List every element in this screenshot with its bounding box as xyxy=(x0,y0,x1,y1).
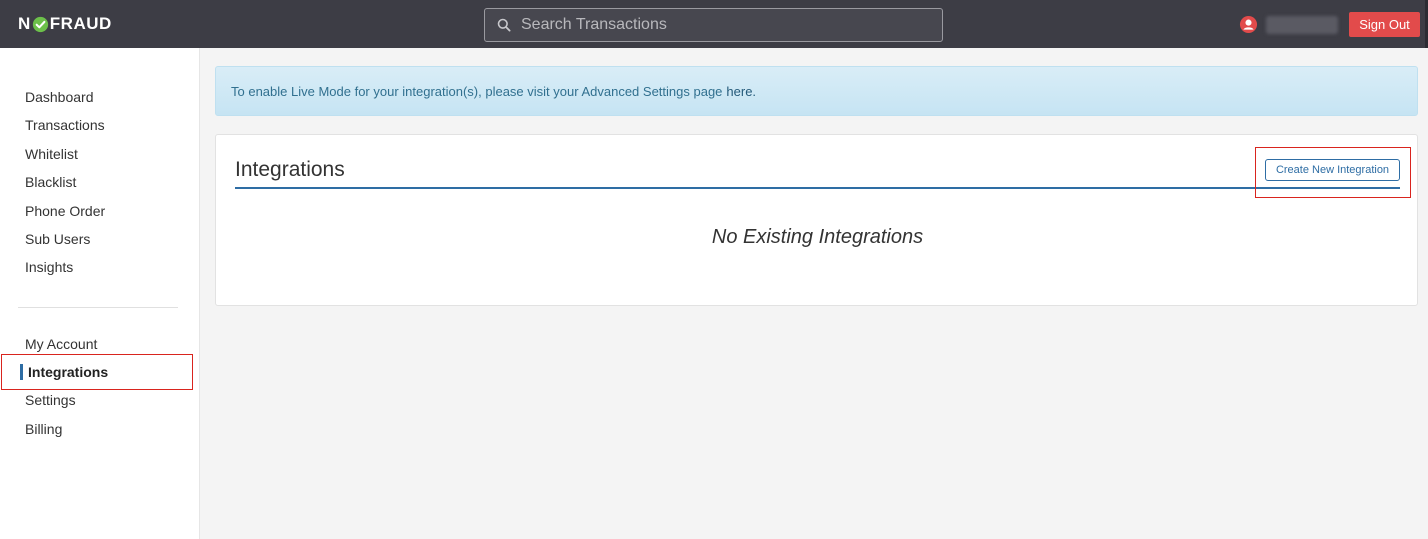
sidebar-item-dashboard[interactable]: Dashboard xyxy=(25,89,94,105)
alert-text: To enable Live Mode for your integration… xyxy=(231,83,723,99)
search-input[interactable] xyxy=(521,16,921,34)
highlight-box-create-button xyxy=(1255,147,1411,198)
check-shield-icon xyxy=(32,16,48,32)
search-icon xyxy=(497,18,511,32)
user-name-blurred[interactable] xyxy=(1266,16,1338,34)
sidebar: Dashboard Transactions Whitelist Blackli… xyxy=(0,48,200,539)
sidebar-divider xyxy=(18,307,178,308)
empty-state-message: No Existing Integrations xyxy=(711,226,924,248)
sidebar-item-blacklist[interactable]: Blacklist xyxy=(25,174,76,190)
user-avatar-icon[interactable] xyxy=(1239,15,1258,34)
logo-text-left: N xyxy=(18,14,31,33)
sign-out-button[interactable]: Sign Out xyxy=(1349,12,1420,37)
sidebar-item-transactions[interactable]: Transactions xyxy=(25,117,105,133)
search-box[interactable] xyxy=(484,8,943,42)
integrations-panel: Integrations Create New Integration No E… xyxy=(215,134,1418,306)
advanced-settings-link[interactable]: here. xyxy=(726,84,756,99)
sidebar-item-phone-order[interactable]: Phone Order xyxy=(25,203,105,219)
sidebar-item-settings[interactable]: Settings xyxy=(25,392,76,408)
sidebar-item-sub-users[interactable]: Sub Users xyxy=(25,231,90,247)
top-bar: N FRAUD Sign Out xyxy=(0,0,1428,48)
info-alert: To enable Live Mode for your integration… xyxy=(215,66,1418,116)
sidebar-item-insights[interactable]: Insights xyxy=(25,259,73,275)
sidebar-item-billing[interactable]: Billing xyxy=(25,421,62,437)
sidebar-item-my-account[interactable]: My Account xyxy=(25,336,97,352)
logo-text-right: FRAUD xyxy=(49,14,112,33)
sidebar-item-whitelist[interactable]: Whitelist xyxy=(25,146,78,162)
highlight-box-integrations xyxy=(1,354,193,390)
nofraud-logo[interactable]: N FRAUD xyxy=(18,14,112,34)
page-title: Integrations xyxy=(235,158,345,181)
title-underline xyxy=(235,187,1400,189)
